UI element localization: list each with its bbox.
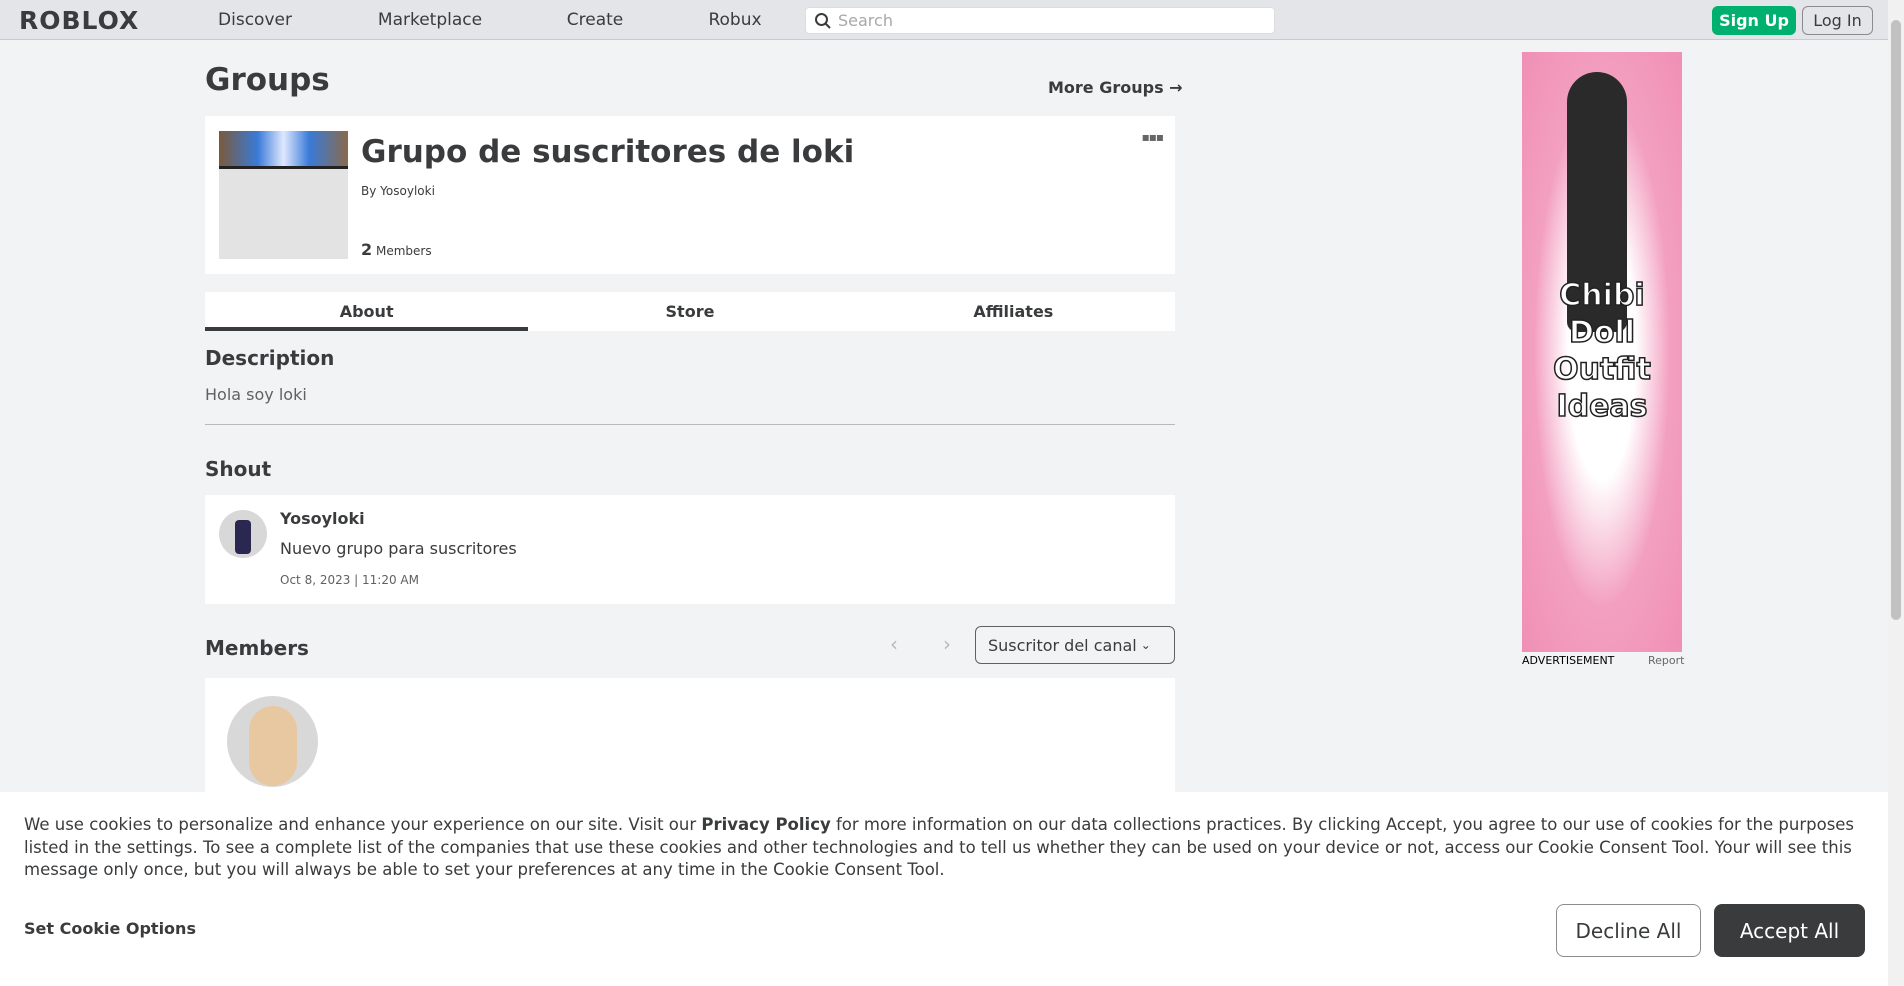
tab-affiliates[interactable]: Affiliates [852,292,1175,331]
group-emblem [219,131,348,259]
by-label: By [361,184,377,198]
tab-about[interactable]: About [205,292,529,331]
search-input[interactable]: Search [805,7,1275,34]
ad-label: ADVERTISEMENT [1522,654,1615,667]
shout-text: Nuevo grupo para suscritores [280,539,517,558]
nav-create[interactable]: Create [567,10,624,30]
ad-text: Chibi Doll Outfit Ideas [1552,277,1651,425]
privacy-policy-link[interactable]: Privacy Policy [701,815,830,834]
scrollbar-thumb[interactable] [1891,20,1901,620]
decline-all-button[interactable]: Decline All [1556,904,1701,957]
log-in-button[interactable]: Log In [1802,6,1873,35]
shout-heading: Shout [205,457,272,481]
search-placeholder: Search [838,11,893,30]
cookie-text-1: We use cookies to personalize and enhanc… [24,815,702,834]
cookie-text: We use cookies to personalize and enhanc… [24,814,1864,882]
role-selected: Suscritor del canal [988,635,1137,655]
owner-link[interactable]: Yosoyloki [380,184,435,198]
group-header-card: Grupo de suscritores de loki By Yosoylok… [205,116,1175,274]
members-label: Members [375,244,432,258]
sign-up-button[interactable]: Sign Up [1712,6,1796,35]
next-page-button[interactable]: › [943,632,951,656]
advertisement-banner[interactable]: Chibi Doll Outfit Ideas [1522,52,1682,652]
member-avatar[interactable] [227,696,318,787]
more-groups-link[interactable]: More Groups → [1048,78,1183,97]
members-heading: Members [205,636,309,660]
search-icon [815,12,831,29]
set-cookie-options-link[interactable]: Set Cookie Options [24,919,196,938]
group-owner: By Yosoyloki [361,184,435,198]
shout-date: Oct 8, 2023 | 11:20 AM [280,573,419,587]
members-card [205,678,1175,798]
scrollbar[interactable] [1888,0,1904,986]
nav-discover[interactable]: Discover [218,10,292,30]
group-tabs: About Store Affiliates [205,292,1175,331]
chevron-down-icon: ⌄ [1140,638,1151,652]
nav-marketplace[interactable]: Marketplace [378,10,482,30]
top-nav: ROBLOX Discover Marketplace Create Robux… [0,0,1888,40]
prev-page-button[interactable]: ‹ [890,632,898,656]
page-title: Groups [205,62,330,98]
member-count-value: 2 [361,240,373,259]
accept-all-button[interactable]: Accept All [1714,904,1865,957]
shout-avatar[interactable] [219,510,267,558]
ad-report-link[interactable]: Report [1648,654,1684,667]
shout-card: Yosoyloki Nuevo grupo para suscritores O… [205,495,1175,604]
roblox-logo[interactable]: ROBLOX [19,6,139,35]
group-name: Grupo de suscritores de loki [361,134,855,170]
description-text: Hola soy loki [205,385,307,404]
nav-robux[interactable]: Robux [708,10,761,30]
divider [205,424,1175,425]
role-dropdown[interactable]: Suscritor del canal ⌄ [975,626,1175,664]
tab-store[interactable]: Store [528,292,851,331]
description-heading: Description [205,346,335,370]
shout-user[interactable]: Yosoyloki [280,509,365,528]
more-options-icon[interactable]: ▪▪▪ [1142,130,1164,144]
member-count: 2 Members [361,240,432,259]
cookie-banner: We use cookies to personalize and enhanc… [0,792,1888,986]
